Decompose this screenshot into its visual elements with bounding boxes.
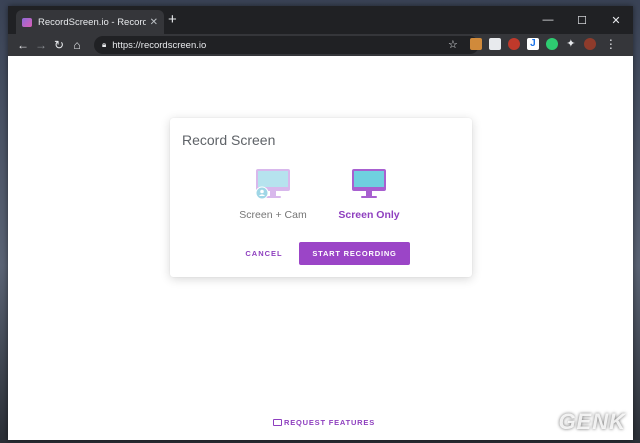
dialog-title: Record Screen bbox=[182, 132, 276, 148]
maximize-button[interactable]: ☐ bbox=[565, 6, 599, 34]
new-tab-button[interactable]: + bbox=[168, 12, 177, 27]
record-dialog: Record Screen Screen + Cam Screen Only C… bbox=[170, 118, 472, 277]
browser-window: RecordScreen.io - Record your sc ✕ + — ☐… bbox=[8, 6, 633, 440]
extensions-area: ☆ J ✦ ⋮ bbox=[448, 37, 617, 51]
extension-icon[interactable] bbox=[545, 38, 558, 50]
extension-icon[interactable] bbox=[469, 38, 482, 50]
option-screen-only[interactable]: Screen Only bbox=[324, 168, 414, 221]
home-icon[interactable]: ⌂ bbox=[68, 38, 86, 52]
browser-toolbar: ← → ↻ ⌂ 🔒︎ https://recordscreen.io ☆ J ✦… bbox=[8, 34, 633, 56]
lock-icon[interactable]: 🔒︎ bbox=[102, 40, 106, 50]
browser-tab[interactable]: RecordScreen.io - Record your sc ✕ bbox=[16, 10, 164, 34]
window-controls: — ☐ ✕ bbox=[531, 6, 633, 34]
watermark-logo: GENK bbox=[558, 409, 626, 434]
back-arrow-icon[interactable]: ← bbox=[14, 38, 32, 52]
extension-icon[interactable] bbox=[488, 38, 501, 50]
url-text[interactable]: https://recordscreen.io bbox=[112, 40, 206, 51]
chat-icon bbox=[273, 419, 282, 426]
extension-icon[interactable] bbox=[507, 38, 520, 50]
tab-close-icon[interactable]: ✕ bbox=[150, 17, 158, 28]
page-content: Record Screen Screen + Cam Screen Only C… bbox=[8, 56, 633, 440]
option-screen-cam[interactable]: Screen + Cam bbox=[228, 168, 318, 221]
option-label: Screen Only bbox=[338, 209, 400, 221]
tab-bar: RecordScreen.io - Record your sc ✕ + — ☐… bbox=[8, 6, 633, 34]
close-window-button[interactable]: ✕ bbox=[599, 6, 633, 34]
address-bar[interactable]: 🔒︎ https://recordscreen.io bbox=[94, 36, 479, 54]
extension-icon[interactable]: J bbox=[526, 38, 539, 50]
star-icon[interactable]: ☆ bbox=[448, 38, 458, 51]
monitor-icon bbox=[352, 169, 386, 198]
minimize-button[interactable]: — bbox=[531, 6, 565, 34]
request-features-link[interactable]: REQUEST FEATURES bbox=[273, 418, 375, 427]
start-recording-button[interactable]: START RECORDING bbox=[299, 242, 410, 265]
option-label: Screen + Cam bbox=[239, 209, 307, 221]
extensions-icon[interactable]: ✦ bbox=[565, 38, 577, 50]
request-features-label: REQUEST FEATURES bbox=[284, 418, 376, 427]
menu-icon[interactable]: ⋮ bbox=[605, 37, 617, 51]
cancel-button[interactable]: CANCEL bbox=[234, 242, 294, 265]
reload-icon[interactable]: ↻ bbox=[50, 38, 68, 52]
favicon-icon bbox=[22, 17, 32, 27]
monitor-cam-icon bbox=[255, 169, 290, 200]
profile-avatar[interactable] bbox=[583, 38, 596, 50]
forward-arrow-icon[interactable]: → bbox=[32, 38, 50, 52]
tab-title: RecordScreen.io - Record your sc bbox=[38, 16, 146, 28]
